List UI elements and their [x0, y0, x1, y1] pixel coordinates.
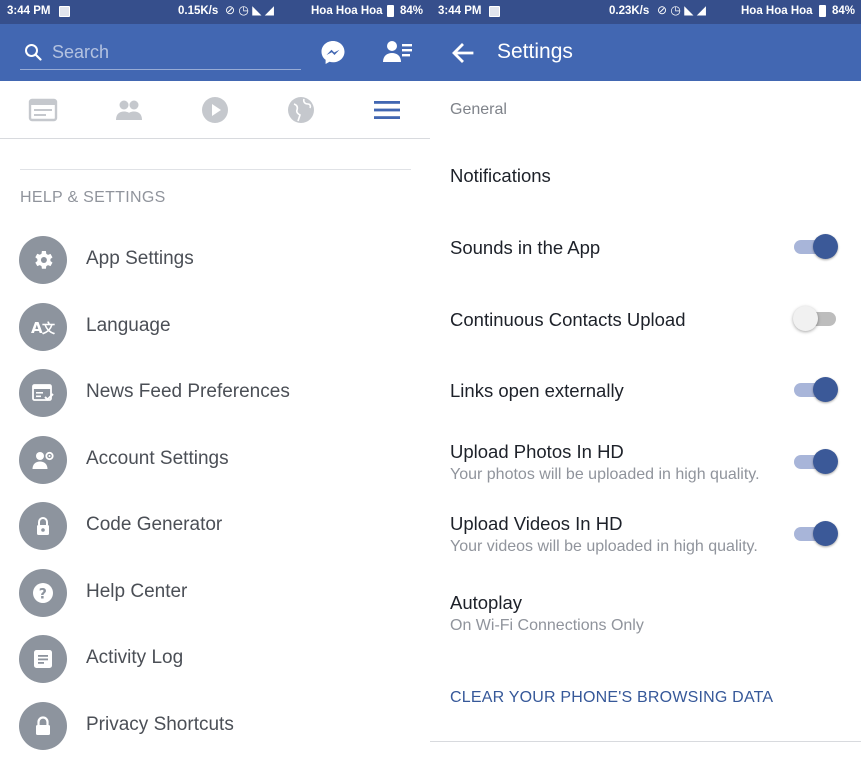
news-feed-prefs-icon [19, 369, 67, 417]
menu-item-help-center[interactable]: ? Help Center [0, 569, 430, 631]
setting-title: Links open externally [450, 380, 624, 401]
code-generator-icon [19, 502, 67, 550]
settings-panel: 3:44 PM 0.23K/s ⊘ ◷ ◣ ◢ Hoa Hoa Hoa 84% … [430, 0, 861, 765]
tab-bar [0, 81, 430, 139]
menu-item-label: News Feed Preferences [86, 381, 290, 402]
setting-subtitle: Your photos will be uploaded in high qua… [450, 466, 760, 483]
menu-item-app-settings[interactable]: App Settings [0, 236, 430, 298]
help-icon: ? [19, 569, 67, 617]
section-header: HELP & SETTINGS [20, 189, 166, 206]
sounds-toggle[interactable] [794, 233, 838, 259]
menu-item-label: Privacy Shortcuts [86, 714, 234, 735]
menu-item-activity-log[interactable]: Activity Log [0, 635, 430, 697]
svg-text:文: 文 [42, 321, 55, 337]
menu-item-account-settings[interactable]: Account Settings [0, 436, 430, 498]
help-settings-panel: 3:44 PM 0.15K/s ⊘ ◷ ◣ ◢ Hoa Hoa Hoa 84% … [0, 0, 430, 765]
carrier-name: Hoa Hoa Hoa [741, 5, 813, 17]
setting-title: Autoplay [450, 592, 522, 613]
menu-icon[interactable] [372, 95, 402, 125]
links-external-toggle[interactable] [794, 376, 838, 402]
page-title: Settings [497, 40, 573, 63]
setting-title: Upload Photos In HD [450, 441, 624, 462]
setting-title: Upload Videos In HD [450, 513, 623, 534]
search-input[interactable]: Search [20, 36, 301, 70]
notification-icon [59, 6, 70, 17]
menu-item-label: Language [86, 315, 171, 336]
setting-title: Continuous Contacts Upload [450, 309, 686, 330]
messenger-icon[interactable] [319, 39, 347, 67]
status-time: 3:44 PM [438, 5, 482, 17]
battery-level: 84% [832, 5, 856, 17]
battery-icon [819, 5, 826, 17]
back-arrow-icon[interactable] [450, 40, 476, 66]
carrier-name: Hoa Hoa Hoa [311, 5, 383, 17]
language-icon: A 文 [19, 303, 67, 351]
setting-subtitle: Your videos will be uploaded in high qua… [450, 538, 758, 555]
search-icon [25, 44, 42, 61]
video-icon[interactable] [200, 95, 230, 125]
section-divider [20, 169, 411, 170]
search-placeholder: Search [52, 42, 110, 62]
notification-icon [489, 6, 500, 17]
menu-item-code-generator[interactable]: Code Generator [0, 502, 430, 564]
news-feed-icon[interactable] [28, 95, 58, 125]
bottom-divider [430, 741, 861, 742]
menu-item-label: Help Center [86, 581, 188, 602]
gear-icon [19, 236, 67, 284]
status-bar: 3:44 PM 0.15K/s ⊘ ◷ ◣ ◢ Hoa Hoa Hoa 84% [0, 0, 430, 24]
network-speed: 0.15K/s [178, 5, 219, 17]
lock-icon [19, 702, 67, 750]
status-icons: ⊘ ◷ ◣ ◢ [225, 3, 274, 17]
menu-item-privacy-shortcuts[interactable]: Privacy Shortcuts [0, 702, 430, 764]
status-bar: 3:44 PM 0.23K/s ⊘ ◷ ◣ ◢ Hoa Hoa Hoa 84% [430, 0, 861, 24]
menu-item-news-feed-preferences[interactable]: News Feed Preferences [0, 369, 430, 431]
photos-hd-toggle[interactable] [794, 448, 838, 474]
contacts-upload-toggle[interactable] [793, 305, 838, 331]
friend-requests-icon[interactable] [382, 38, 414, 66]
menu-item-label: Activity Log [86, 647, 184, 668]
battery-icon [387, 5, 394, 17]
setting-title: Notifications [450, 165, 551, 186]
account-settings-icon [19, 436, 67, 484]
clear-browsing-data-link[interactable]: CLEAR YOUR PHONE'S BROWSING DATA [450, 689, 773, 707]
setting-title: Sounds in the App [450, 237, 601, 258]
activity-log-icon [19, 635, 67, 683]
menu-item-label: Code Generator [86, 514, 223, 535]
globe-icon[interactable] [286, 95, 316, 125]
svg-text:?: ? [39, 587, 47, 603]
setting-subtitle: On Wi-Fi Connections Only [450, 617, 644, 634]
menu-item-label: Account Settings [86, 448, 229, 469]
network-speed: 0.23K/s [609, 5, 650, 17]
top-bar: Settings [430, 24, 861, 81]
battery-level: 84% [400, 5, 424, 17]
videos-hd-toggle[interactable] [794, 520, 838, 546]
status-icons: ⊘ ◷ ◣ ◢ [657, 3, 706, 17]
friends-icon[interactable] [114, 95, 144, 125]
section-label: General [450, 101, 507, 118]
top-bar: Search [0, 24, 430, 81]
status-time: 3:44 PM [7, 5, 51, 17]
menu-item-language[interactable]: A 文 Language [0, 303, 430, 365]
menu-item-label: App Settings [86, 248, 194, 269]
